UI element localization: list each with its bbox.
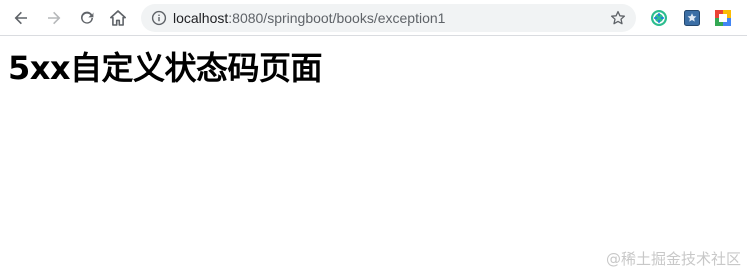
info-icon[interactable] [151,10,167,26]
home-icon [109,9,127,27]
address-bar[interactable]: localhost:8080/springboot/books/exceptio… [141,4,636,32]
reload-button[interactable] [75,6,99,30]
watermark-text: @稀土掘金技术社区 [605,250,741,268]
forward-button[interactable] [42,6,66,30]
page-heading: 5xx自定义状态码页面 [8,49,323,87]
back-button[interactable] [9,6,33,30]
url-host: localhost [173,10,229,26]
blue-bookmark-extension-icon[interactable] [683,9,701,27]
browser-toolbar: localhost:8080/springboot/books/exceptio… [0,0,747,36]
home-button[interactable] [106,6,130,30]
reload-icon [79,10,95,26]
google-drive-extension-icon[interactable] [714,9,732,27]
url-path: :8080/springboot/books/exception1 [228,10,446,26]
green-sync-extension-icon[interactable] [650,9,668,27]
forward-arrow-icon [46,10,62,26]
back-arrow-icon [13,10,29,26]
url-text: localhost:8080/springboot/books/exceptio… [173,9,445,27]
star-icon[interactable] [610,10,626,26]
